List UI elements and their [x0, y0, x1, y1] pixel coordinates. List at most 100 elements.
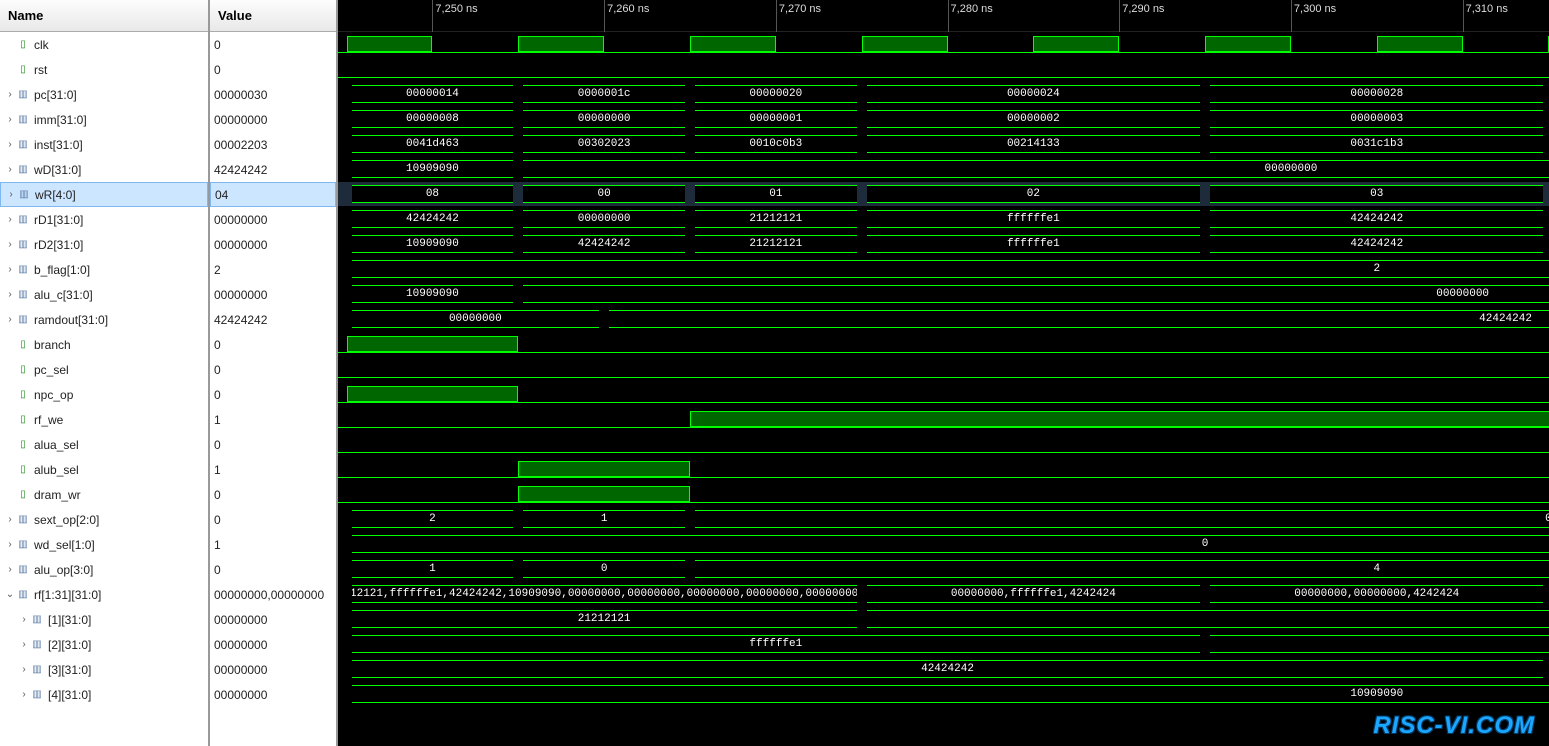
name-panel[interactable]: Name ▯clk▯rst›▥pc[31:0]›▥imm[31:0]›▥inst…: [0, 0, 210, 746]
signal-value-row[interactable]: 00000000: [210, 282, 336, 307]
wave-row[interactable]: [338, 382, 1549, 407]
signal-name-row[interactable]: ›▥b_flag[1:0]: [0, 257, 208, 282]
name-body[interactable]: ▯clk▯rst›▥pc[31:0]›▥imm[31:0]›▥inst[31:0…: [0, 32, 208, 746]
name-header[interactable]: Name: [0, 0, 208, 32]
wave-row[interactable]: 0041d463003020230010c0b3002141330031c1b3…: [338, 132, 1549, 157]
signal-name-row[interactable]: ▯rst: [0, 57, 208, 82]
signal-name-row[interactable]: ▯npc_op: [0, 382, 208, 407]
expand-icon[interactable]: ›: [5, 189, 17, 200]
expand-icon[interactable]: ›: [4, 514, 16, 525]
value-body[interactable]: 0000000030000000000000220342424242040000…: [210, 32, 336, 746]
signal-value-row[interactable]: 0: [210, 57, 336, 82]
expand-icon[interactable]: ›: [4, 264, 16, 275]
signal-name-row[interactable]: ›▥ramdout[31:0]: [0, 307, 208, 332]
signal-name-row[interactable]: ▯rf_we: [0, 407, 208, 432]
expand-icon[interactable]: ›: [18, 689, 30, 700]
expand-icon[interactable]: ›: [4, 289, 16, 300]
wave-row[interactable]: 0000000800000000000000010000000200000003…: [338, 107, 1549, 132]
signal-name-row[interactable]: ›▥pc[31:0]: [0, 82, 208, 107]
expand-icon[interactable]: ›: [4, 314, 16, 325]
wave-row[interactable]: 424242420000000021212121ffffffe142424242…: [338, 207, 1549, 232]
wave-row[interactable]: 10909090: [338, 682, 1549, 707]
signal-name-row[interactable]: ›▥wR[4:0]: [0, 182, 208, 207]
signal-value-row[interactable]: 0: [210, 332, 336, 357]
signal-value-row[interactable]: 0: [210, 32, 336, 57]
signal-name-row[interactable]: ›▥[1][31:0]: [0, 607, 208, 632]
wave-row[interactable]: 2: [338, 257, 1549, 282]
signal-value-row[interactable]: 1: [210, 457, 336, 482]
signal-value-row[interactable]: 04: [210, 182, 336, 207]
wave-row[interactable]: [338, 32, 1549, 57]
expand-icon[interactable]: ›: [4, 239, 16, 250]
signal-name-row[interactable]: ›▥[2][31:0]: [0, 632, 208, 657]
signal-name-row[interactable]: ▯branch: [0, 332, 208, 357]
signal-name-row[interactable]: ›▥alu_op[3:0]: [0, 557, 208, 582]
signal-value-row[interactable]: 00000000: [210, 632, 336, 657]
signal-value-row[interactable]: 42424242: [210, 307, 336, 332]
signal-name-row[interactable]: ⌄▥rf[1:31][31:0]: [0, 582, 208, 607]
expand-icon[interactable]: ›: [4, 89, 16, 100]
expand-icon[interactable]: ›: [18, 664, 30, 675]
signal-value-row[interactable]: 00000000: [210, 682, 336, 707]
signal-value-row[interactable]: 1: [210, 407, 336, 432]
expand-icon[interactable]: ›: [18, 639, 30, 650]
signal-value-row[interactable]: 42424242: [210, 157, 336, 182]
wave-row[interactable]: [338, 357, 1549, 382]
wave-row[interactable]: [338, 57, 1549, 82]
expand-icon[interactable]: ›: [4, 114, 16, 125]
wave-row[interactable]: 109090900000000042424242: [338, 157, 1549, 182]
waveform-area[interactable]: 7,250 ns7,260 ns7,270 ns7,280 ns7,290 ns…: [338, 0, 1549, 746]
signal-name-row[interactable]: ▯pc_sel: [0, 357, 208, 382]
signal-value-row[interactable]: 00000000: [210, 232, 336, 257]
wave-row[interactable]: 080001020304: [338, 182, 1549, 207]
wave-row[interactable]: [338, 457, 1549, 482]
signal-name-row[interactable]: ▯dram_wr: [0, 482, 208, 507]
signal-name-row[interactable]: ▯alub_sel: [0, 457, 208, 482]
signal-value-row[interactable]: 00000030: [210, 82, 336, 107]
signal-value-row[interactable]: 0: [210, 432, 336, 457]
signal-value-row[interactable]: 0: [210, 507, 336, 532]
wave-row[interactable]: 000000140000001c000000200000002400000028…: [338, 82, 1549, 107]
wave-row[interactable]: 1090909000000000: [338, 282, 1549, 307]
signal-value-row[interactable]: 1: [210, 532, 336, 557]
expand-icon[interactable]: ⌄: [4, 589, 16, 600]
wave-row[interactable]: 2121212100000000: [338, 607, 1549, 632]
signal-value-row[interactable]: 00000000: [210, 107, 336, 132]
signal-value-row[interactable]: 00002203: [210, 132, 336, 157]
signal-name-row[interactable]: ›▥sext_op[2:0]: [0, 507, 208, 532]
signal-name-row[interactable]: ›▥imm[31:0]: [0, 107, 208, 132]
signal-value-row[interactable]: 0: [210, 482, 336, 507]
signal-name-row[interactable]: ▯alua_sel: [0, 432, 208, 457]
wave-row[interactable]: ffffffe100000000: [338, 632, 1549, 657]
expand-icon[interactable]: ›: [18, 614, 30, 625]
signal-value-row[interactable]: 00000000: [210, 607, 336, 632]
signal-value-row[interactable]: 0: [210, 557, 336, 582]
wave-row[interactable]: [338, 432, 1549, 457]
signal-name-row[interactable]: ›▥[4][31:0]: [0, 682, 208, 707]
wave-row[interactable]: 0000000042424242: [338, 307, 1549, 332]
wave-row[interactable]: 210: [338, 507, 1549, 532]
signal-value-row[interactable]: 0: [210, 357, 336, 382]
wave-row[interactable]: 109090904242424221212121ffffffe142424242…: [338, 232, 1549, 257]
expand-icon[interactable]: ›: [4, 139, 16, 150]
signal-name-row[interactable]: ▯clk: [0, 32, 208, 57]
signal-name-row[interactable]: ›▥rD2[31:0]: [0, 232, 208, 257]
signal-value-row[interactable]: 0: [210, 382, 336, 407]
expand-icon[interactable]: ›: [4, 164, 16, 175]
wave-row[interactable]: 21212121,ffffffe1,42424242,10909090,0000…: [338, 582, 1549, 607]
wave-row[interactable]: 1040: [338, 557, 1549, 582]
wave-body[interactable]: 000000140000001c000000200000002400000028…: [338, 32, 1549, 707]
signal-value-row[interactable]: 2: [210, 257, 336, 282]
signal-value-row[interactable]: 00000000: [210, 657, 336, 682]
wave-row[interactable]: 4242424200000000: [338, 657, 1549, 682]
signal-value-row[interactable]: 00000000: [210, 207, 336, 232]
signal-name-row[interactable]: ›▥wD[31:0]: [0, 157, 208, 182]
time-ruler[interactable]: 7,250 ns7,260 ns7,270 ns7,280 ns7,290 ns…: [338, 0, 1549, 32]
signal-name-row[interactable]: ›▥rD1[31:0]: [0, 207, 208, 232]
signal-name-row[interactable]: ›▥alu_c[31:0]: [0, 282, 208, 307]
expand-icon[interactable]: ›: [4, 539, 16, 550]
wave-row[interactable]: 01: [338, 532, 1549, 557]
expand-icon[interactable]: ›: [4, 214, 16, 225]
signal-name-row[interactable]: ›▥inst[31:0]: [0, 132, 208, 157]
wave-row[interactable]: [338, 332, 1549, 357]
